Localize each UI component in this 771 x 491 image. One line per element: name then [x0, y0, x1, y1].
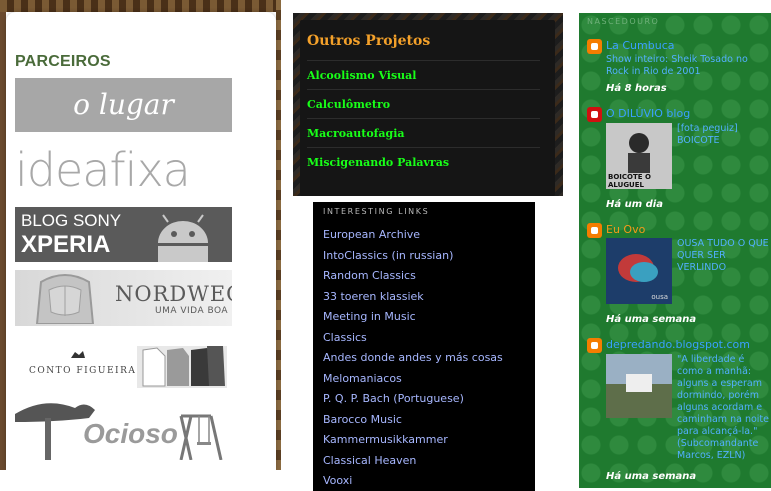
backpack-icon	[35, 274, 95, 324]
blog-snippet: OUSA TUDO O QUE QUER SER VERLINDO	[677, 238, 769, 273]
outros-projetos-title: Outros Projetos	[307, 33, 431, 49]
blog-snippet: Show inteiro: Sheik Tosado no Rock in Ri…	[606, 54, 748, 77]
thumbnail-caption: BOICOTE O ALUGUEL	[608, 173, 651, 189]
link-andes-donde-andes[interactable]: Andes donde andes y más cosas	[323, 351, 503, 364]
link-vooxi[interactable]: Vooxi	[323, 474, 352, 487]
xperia-line1: BLOG SONY	[21, 211, 122, 230]
partner-nordweg[interactable]: NORDWEG UMA VIDA BOA	[15, 270, 232, 326]
link-kammermusikkammer[interactable]: Kammermusikkammer	[323, 433, 448, 446]
partner-ideafixa-logo: ideafixa	[15, 143, 191, 197]
link-pqp-bach[interactable]: P. Q. P. Bach (Portuguese)	[323, 392, 464, 405]
partner-blog-sony-xperia[interactable]: BLOG SONY XPERIA	[15, 207, 232, 262]
parceiros-title: PARCEIROS	[15, 53, 111, 70]
blog-time: Há uma semana	[606, 471, 697, 482]
project-link-macroautofagia[interactable]: Macroautofagia	[307, 118, 540, 147]
thumbnail-caption: ousa	[651, 293, 668, 301]
xperia-line2: XPERIA	[21, 231, 111, 258]
blog-name-o-diluvio[interactable]: O DILÚVIO blog	[606, 107, 690, 120]
partner-ocioso[interactable]: Ocioso	[15, 396, 232, 460]
conto-figueira-wordmark: CONTO FIGUEIRA	[29, 366, 137, 376]
blog-snippet: "A liberdade é como a manhã: alguns a es…	[677, 354, 769, 461]
blog-name-la-cumbuca[interactable]: La Cumbuca	[606, 39, 674, 52]
blogger-icon	[587, 39, 602, 54]
nordweg-wordmark: NORDWEG	[115, 282, 232, 306]
project-link-alcoolismo-visual[interactable]: Alcoolismo Visual	[307, 60, 540, 89]
blog-name-eu-ovo[interactable]: Eu Ovo	[606, 223, 645, 236]
partner-ideafixa[interactable]: ideafixa	[15, 142, 232, 198]
header-strip	[0, 0, 281, 12]
fox-icon	[71, 351, 85, 358]
nordweg-tagline: UMA VIDA BOA	[155, 306, 229, 316]
blog-name-depredando[interactable]: depredando.blogspot.com	[606, 338, 750, 351]
android-robot-icon	[158, 214, 208, 262]
blog-thumbnail[interactable]: ousa	[606, 238, 672, 304]
blog-snippet: [fota peguiz] BOICOTE	[677, 123, 738, 146]
link-melomaniacos[interactable]: Melomaniacos	[323, 372, 402, 385]
outros-projetos-panel: Outros Projetos Alcoolismo Visual Calcul…	[293, 13, 563, 196]
blog-thumbnail[interactable]	[606, 354, 672, 418]
blog-thumbnail[interactable]: BOICOTE O ALUGUEL	[606, 123, 672, 189]
blog-favicon-icon	[587, 107, 602, 122]
link-meeting-in-music[interactable]: Meeting in Music	[323, 310, 416, 323]
link-33-toeren-klassiek[interactable]: 33 toeren klassiek	[323, 290, 424, 303]
landscape-photo-icon	[606, 354, 672, 418]
shirts-icon	[137, 346, 227, 388]
project-link-miscigenando-palavras[interactable]: Miscigenando Palavras	[307, 147, 540, 176]
blog-time: Há um dia	[606, 199, 663, 210]
partner-conto-figueira[interactable]: CONTO FIGUEIRA	[15, 338, 232, 390]
ocioso-wordmark: Ocioso	[83, 418, 178, 449]
interesting-links-panel: INTERESTING LINKS European Archive IntoC…	[313, 202, 535, 491]
blog-time: Há 8 horas	[606, 83, 667, 94]
blog-list-panel: NASCEDOURO La Cumbuca Show inteiro: Shei…	[579, 13, 771, 488]
blogger-icon	[587, 338, 602, 353]
link-classics[interactable]: Classics	[323, 331, 367, 344]
project-link-calculometro[interactable]: Calculômetro	[307, 89, 540, 118]
partner-o-lugar[interactable]: o lugar	[15, 78, 232, 132]
link-classical-heaven[interactable]: Classical Heaven	[323, 454, 416, 467]
blogger-icon	[587, 223, 602, 238]
partner-o-lugar-logo: o lugar	[73, 88, 174, 121]
link-random-classics[interactable]: Random Classics	[323, 269, 416, 282]
link-barocco-music[interactable]: Barocco Music	[323, 413, 402, 426]
link-intoclassics[interactable]: IntoClassics (in russian)	[323, 249, 453, 262]
parceiros-panel: PARCEIROS o lugar ideafixa BLOG SONY XPE…	[0, 0, 281, 470]
interesting-links-title: INTERESTING LINKS	[323, 207, 430, 216]
link-european-archive[interactable]: European Archive	[323, 228, 420, 241]
blog-time: Há uma semana	[606, 314, 697, 325]
right-edge-decoration	[276, 0, 281, 470]
blog-list-title: NASCEDOURO	[587, 17, 660, 26]
